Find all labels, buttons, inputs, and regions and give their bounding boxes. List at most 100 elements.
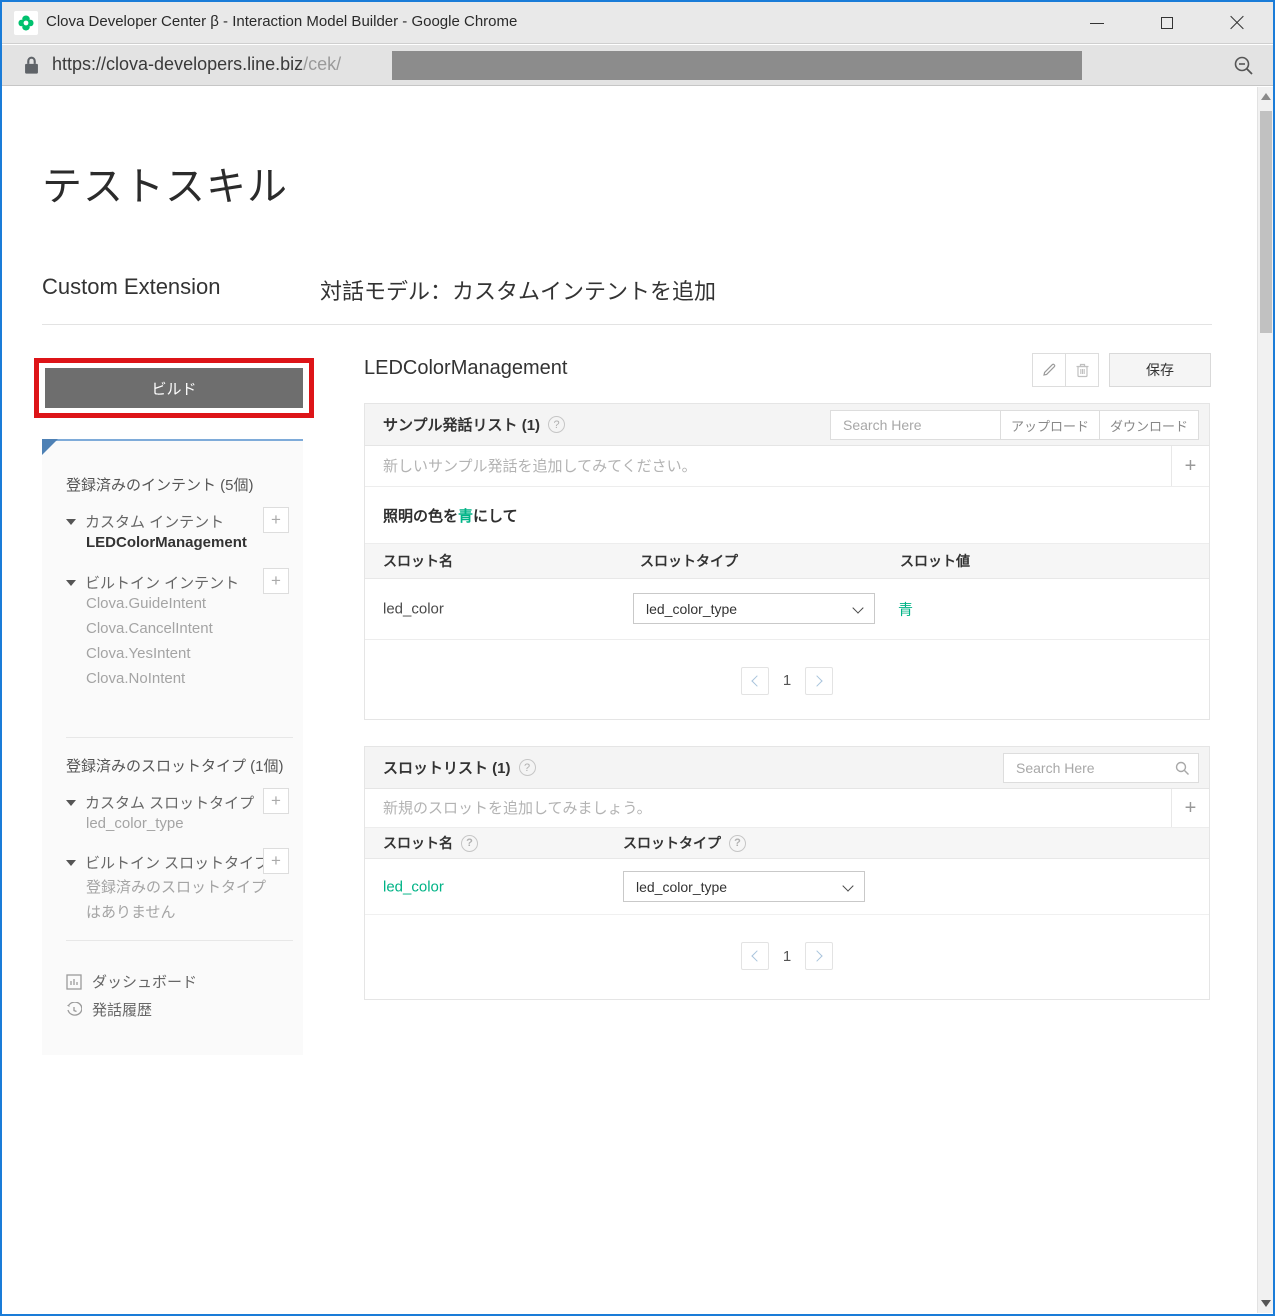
add-slot-button[interactable]: +	[1171, 789, 1209, 827]
builtin-intent-group-label: ビルトイン インテント	[85, 572, 239, 593]
add-utterance-input[interactable]	[365, 446, 1135, 486]
url-redaction-block	[392, 51, 1082, 80]
section-label: Custom Extension	[42, 274, 221, 300]
page-number: 1	[783, 672, 791, 689]
slot-search-input[interactable]	[1004, 754, 1198, 782]
intent-name-heading: LEDColorManagement	[364, 357, 567, 380]
sidebar-item-cancelintent[interactable]: Clova.CancelIntent	[66, 620, 289, 637]
page-scrollbar[interactable]	[1257, 87, 1273, 1313]
sidebar-item-led-color-type[interactable]: led_color_type	[66, 815, 289, 832]
add-custom-slot-button[interactable]: +	[263, 788, 289, 814]
sidebar-item-yesintent[interactable]: Clova.YesIntent	[66, 645, 289, 662]
save-button[interactable]: 保存	[1109, 353, 1211, 387]
sidebar-item-nointent[interactable]: Clova.NoIntent	[66, 670, 289, 687]
add-builtin-slot-button[interactable]: +	[263, 848, 289, 874]
trash-icon	[1075, 362, 1090, 378]
slot-type-dropdown[interactable]: led_color_type	[633, 593, 875, 624]
help-icon[interactable]: ?	[461, 835, 478, 852]
download-button[interactable]: ダウンロード	[1100, 410, 1199, 440]
window-title: Clova Developer Center β - Interaction M…	[46, 13, 517, 30]
close-button[interactable]	[1214, 2, 1260, 44]
builtin-slot-group-label: ビルトイン スロットタイプ	[85, 852, 269, 873]
clova-favicon	[14, 11, 38, 35]
col-slot-type: スロットタイプ	[623, 833, 721, 853]
minimize-icon	[1090, 23, 1104, 24]
sidebar-divider	[66, 737, 293, 738]
sidebar-item-ledcolormanagement[interactable]: LEDColorManagement	[66, 534, 289, 551]
intents-header: 登録済みのインテント (5個)	[66, 474, 289, 495]
sidebar-panel: 登録済みのインテント (5個) カスタム インテント + LEDColorMan…	[42, 439, 303, 1055]
sidebar-item-history[interactable]: 発話履歴	[66, 999, 289, 1020]
zoom-out-icon[interactable]	[1233, 55, 1255, 77]
custom-slot-group-label: カスタム スロットタイプ	[85, 792, 254, 813]
chevron-left-icon	[751, 950, 762, 961]
sample-search-input[interactable]	[831, 411, 1025, 439]
scroll-up-arrow-icon[interactable]	[1261, 93, 1271, 100]
col-slot-name-wrap: スロット名?	[383, 833, 478, 853]
prev-page-button[interactable]	[741, 942, 769, 970]
add-builtin-intent-button[interactable]: +	[263, 568, 289, 594]
col-slot-type: スロットタイプ	[640, 551, 738, 571]
search-icon	[1175, 761, 1190, 776]
utterance-list-item[interactable]: 照明の色を青にして	[365, 487, 1209, 544]
maximize-icon	[1161, 17, 1173, 29]
pencil-icon	[1041, 362, 1057, 378]
custom-slot-group[interactable]: カスタム スロットタイプ +	[66, 792, 289, 813]
maximize-button[interactable]	[1144, 2, 1190, 44]
slot-value-cell: 青	[898, 599, 913, 620]
slot-list-table-header: スロット名? スロットタイプ?	[365, 828, 1209, 859]
slot-name-cell: led_color	[383, 878, 444, 895]
custom-intent-group-label: カスタム インテント	[85, 511, 224, 532]
dashboard-chart-icon	[66, 974, 82, 990]
scrollbar-thumb[interactable]	[1260, 111, 1272, 333]
prev-page-button[interactable]	[741, 667, 769, 695]
next-page-button[interactable]	[805, 667, 833, 695]
url-host: https://clova-developers.line.biz	[52, 54, 303, 74]
scroll-down-arrow-icon[interactable]	[1261, 1300, 1271, 1307]
chevron-down-icon	[842, 880, 853, 891]
col-slot-name: スロット名	[383, 551, 453, 571]
sidebar-item-dashboard[interactable]: ダッシュボード	[66, 971, 289, 992]
slot-panel-title: スロットリスト (1)	[383, 757, 511, 778]
help-icon[interactable]: ?	[519, 759, 536, 776]
minimize-button[interactable]	[1074, 2, 1120, 44]
help-icon[interactable]: ?	[548, 416, 565, 433]
builtin-intent-group[interactable]: ビルトイン インテント +	[66, 572, 289, 593]
chevron-right-icon	[812, 950, 823, 961]
page-number: 1	[783, 948, 791, 965]
slot-type-dropdown[interactable]: led_color_type	[623, 871, 865, 902]
col-slot-name: スロット名	[383, 833, 453, 853]
page-subtitle: 対話モデル：カスタムインテントを追加	[320, 274, 716, 306]
slot-table-header: スロット名 スロットタイプ スロット値	[365, 544, 1209, 579]
utterance-suffix: にして	[473, 505, 518, 526]
sample-panel-header: サンプル発話リスト (1) ? アップロード ダウンロード	[365, 404, 1209, 446]
sample-pagination: 1	[365, 640, 1209, 721]
add-utterance-button[interactable]: +	[1171, 446, 1209, 486]
slot-table-row: led_color led_color_type 青	[365, 579, 1209, 640]
delete-intent-button[interactable]	[1065, 353, 1099, 387]
add-slot-input[interactable]	[365, 789, 1135, 827]
help-icon[interactable]: ?	[729, 835, 746, 852]
edit-intent-button[interactable]	[1032, 353, 1066, 387]
add-slot-row: +	[365, 789, 1209, 828]
url-bar[interactable]: https://clova-developers.line.biz/cek/	[2, 45, 1273, 86]
custom-intent-group[interactable]: カスタム インテント +	[66, 511, 289, 532]
slot-search-box	[1003, 753, 1199, 783]
fold-corner-icon	[42, 439, 58, 455]
url-text: https://clova-developers.line.biz/cek/	[52, 54, 341, 75]
chevron-down-icon	[66, 580, 76, 586]
next-page-button[interactable]	[805, 942, 833, 970]
chevron-down-icon	[66, 860, 76, 866]
builtin-slot-group[interactable]: ビルトイン スロットタイプ +	[66, 852, 289, 873]
window-titlebar: Clova Developer Center β - Interaction M…	[2, 2, 1273, 44]
slot-panel-header: スロットリスト (1) ?	[365, 747, 1209, 789]
annotation-red-box	[34, 358, 314, 418]
url-path: /cek/	[303, 54, 341, 74]
sidebar-item-guideintent[interactable]: Clova.GuideIntent	[66, 595, 289, 612]
upload-button[interactable]: アップロード	[1000, 410, 1100, 440]
col-slot-value: スロット値	[900, 551, 970, 571]
history-clock-icon	[66, 1002, 82, 1018]
utterance-prefix: 照明の色を	[383, 505, 458, 526]
upload-download-group: アップロード ダウンロード	[1000, 410, 1199, 440]
add-custom-intent-button[interactable]: +	[263, 507, 289, 533]
